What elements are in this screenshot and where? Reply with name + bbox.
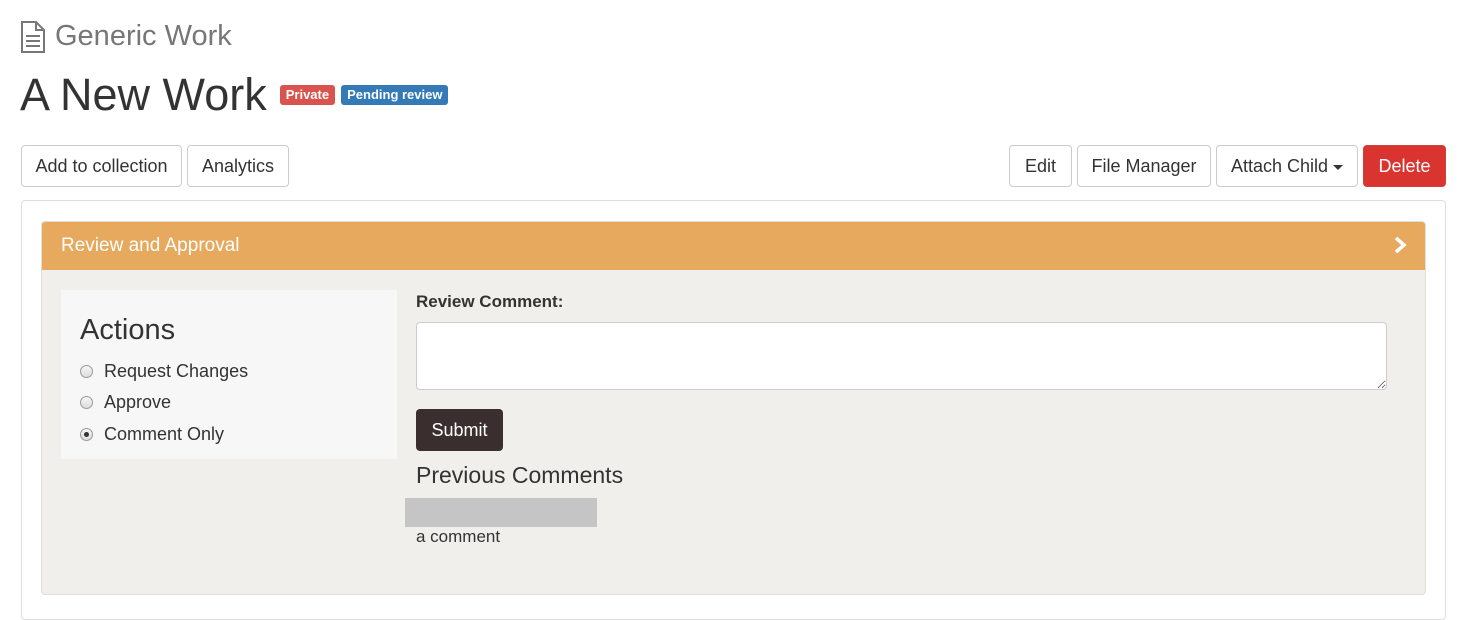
edit-button[interactable]: Edit — [1009, 145, 1072, 187]
previous-comments-title: Previous Comments — [416, 462, 624, 488]
chevron-right-icon[interactable] — [1393, 236, 1407, 254]
review-comment-label: Review Comment: — [416, 292, 564, 311]
comment-text: a comment — [416, 527, 501, 546]
review-approval-header[interactable]: Review and Approval — [42, 222, 1425, 270]
title-row: A New Work Private Pending review — [20, 68, 449, 122]
delete-button[interactable]: Delete — [1363, 145, 1446, 187]
attach-child-label: Attach Child — [1230, 155, 1329, 176]
caret-down-icon — [1333, 164, 1344, 170]
request-changes-label: Request Changes — [104, 361, 249, 381]
private-badge: Private — [279, 85, 336, 105]
page-title: A New Work — [20, 69, 267, 120]
comment-only-option[interactable]: Comment Only — [80, 424, 224, 445]
comment-only-radio[interactable] — [80, 428, 93, 441]
work-type-label: Generic Work — [55, 20, 232, 52]
approve-radio[interactable] — [80, 396, 93, 409]
document-icon — [20, 20, 46, 53]
actions-title: Actions — [80, 314, 176, 346]
comment-only-label: Comment Only — [104, 424, 225, 444]
actions-box: Actions Request Changes Approve Comment … — [61, 290, 397, 459]
request-changes-option[interactable]: Request Changes — [80, 361, 248, 382]
approve-option[interactable]: Approve — [80, 392, 171, 413]
add-to-collection-button[interactable]: Add to collection — [21, 145, 182, 187]
attach-child-dropdown[interactable]: Attach Child — [1216, 145, 1358, 187]
work-type-heading: Generic Work — [20, 20, 232, 53]
approve-label: Approve — [104, 392, 172, 412]
analytics-button[interactable]: Analytics — [187, 145, 289, 187]
review-approval-title: Review and Approval — [61, 235, 240, 256]
submit-button[interactable]: Submit — [416, 409, 503, 451]
pending-review-badge: Pending review — [341, 85, 449, 105]
file-manager-button[interactable]: File Manager — [1077, 145, 1211, 187]
review-approval-panel: Review and Approval Actions Request Chan… — [41, 221, 1426, 595]
request-changes-radio[interactable] — [80, 365, 93, 378]
review-comment-textarea[interactable] — [416, 322, 1387, 390]
comment-author-redacted — [405, 498, 597, 527]
